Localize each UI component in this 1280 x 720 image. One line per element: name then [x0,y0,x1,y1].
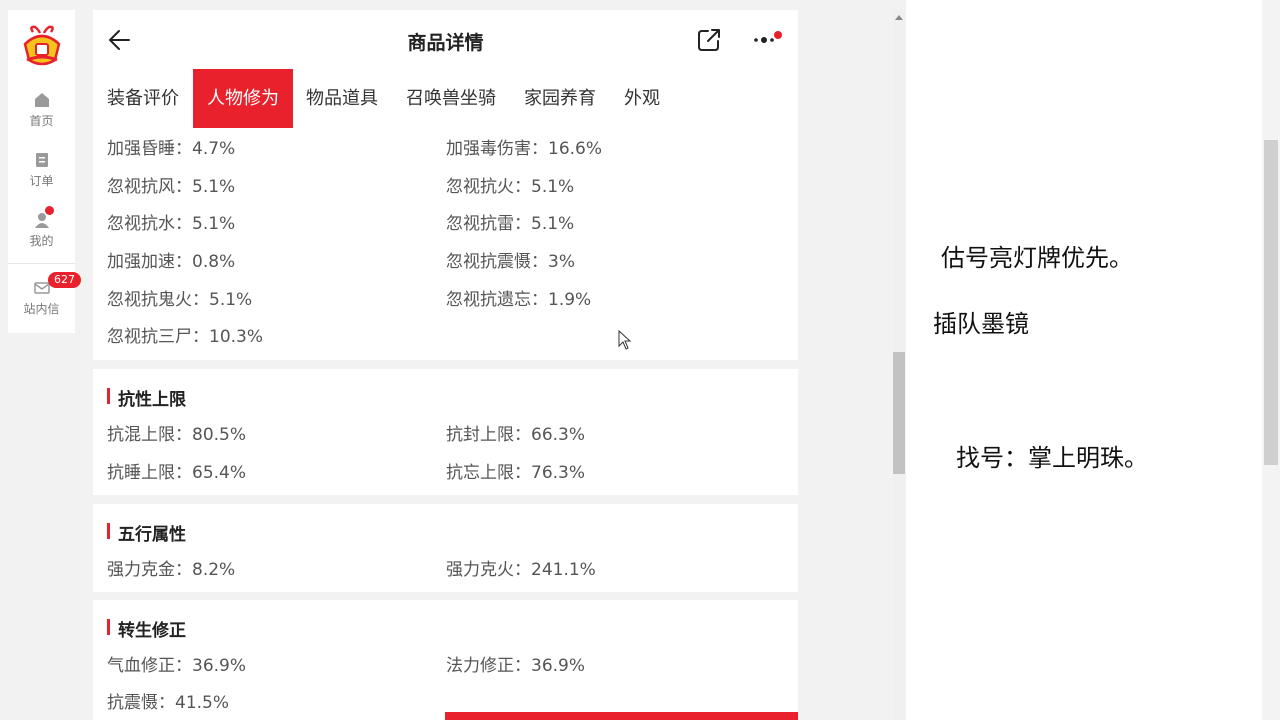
tab-home-nurture[interactable]: 家园养育 [524,69,596,128]
notes-panel: 估号亮灯牌优先。 插队墨镜 找号：掌上明珠。 [906,0,1280,720]
sidebar-item-label: 首页 [29,114,54,128]
attribute-item: 忽视抗风：5.1% [107,177,236,197]
note-line: 找号：掌上明珠。 [956,444,1148,472]
sidebar-item-label: 我的 [29,234,54,248]
note-line: 插队墨镜 [933,310,1029,338]
attribute-item: 气血修正：36.9% [107,656,247,676]
attribute-item: 加强毒伤害：16.6% [446,139,603,159]
home-icon [34,93,49,107]
sidebar-item-mine[interactable]: 我的 [8,206,75,249]
attribute-item: 加强加速：0.8% [107,252,236,272]
sidebar-item-home[interactable]: 首页 [8,92,75,129]
section-title: 转生修正 [107,616,186,641]
resist-limit-section: 抗性上限 抗混上限：80.5% 抗封上限：66.3% 抗睡上限：65.4% 抗忘… [93,369,798,495]
section-title: 抗性上限 [107,385,186,410]
tab-items-props[interactable]: 物品道具 [306,69,378,128]
attribute-item: 抗封上限：66.3% [446,425,586,445]
attribute-item: 忽视抗遗忘：1.9% [446,290,592,310]
mail-icon [33,282,50,294]
share-icon[interactable] [696,27,722,53]
mouse-cursor-icon [618,330,632,350]
notification-dot [45,206,54,215]
buy-button[interactable] [445,712,798,720]
page-header: 商品详情 [93,10,798,69]
five-elements-section: 五行属性 强力克金：8.2% 强力克火：241.1% [93,504,798,592]
sidebar-item-label: 订单 [29,174,54,188]
screen: 首页 订单 我的 站内信 627 商品详情 装备评价 人物修为 物品道具 召唤兽… [0,0,1280,720]
product-detail-page: 商品详情 装备评价 人物修为 物品道具 召唤兽坐骑 家园养育 外观 加强昏睡：4… [93,10,798,720]
attribute-item: 忽视抗震慑：3% [446,252,575,272]
tab-equipment-review[interactable]: 装备评价 [107,69,179,128]
message-count-badge: 627 [48,272,81,288]
right-scrollbar-thumb[interactable] [1264,140,1278,465]
attribute-item: 忽视抗雷：5.1% [446,214,575,234]
attribute-item: 抗忘上限：76.3% [446,463,586,483]
category-tabs: 装备评价 人物修为 物品道具 召唤兽坐骑 家园养育 外观 [93,69,798,128]
sidebar-item-label: 站内信 [23,302,60,316]
attribute-item: 忽视抗鬼火：5.1% [107,290,253,310]
rebirth-correction-section: 转生修正 气血修正：36.9% 法力修正：36.9% 抗震慑：41.5% [93,600,798,720]
tab-appearance[interactable]: 外观 [624,69,660,128]
scrollbar-thumb[interactable] [893,352,905,474]
attribute-item: 抗睡上限：65.4% [107,463,247,483]
attribute-item: 强力克金：8.2% [107,560,236,580]
tab-character-cultivation[interactable]: 人物修为 [193,69,293,128]
sidebar-item-orders[interactable]: 订单 [8,152,75,189]
more-options-icon[interactable] [753,30,783,50]
sidebar-divider [8,263,75,264]
attribute-item: 强力克火：241.1% [446,560,596,580]
order-icon [35,153,48,167]
attribute-item: 忽视抗水：5.1% [107,214,236,234]
page-title: 商品详情 [407,32,484,54]
section-title: 五行属性 [107,520,186,545]
attribute-item: 法力修正：36.9% [446,656,586,676]
scroll-up-arrow-icon[interactable] [895,14,903,20]
attribute-item: 抗震慑：41.5% [107,693,230,713]
note-line: 估号亮灯牌优先。 [941,244,1133,272]
attribute-item: 加强昏睡：4.7% [107,139,236,159]
attribute-item: 忽视抗三尸：10.3% [107,327,264,347]
tab-summon-mount[interactable]: 召唤兽坐骑 [406,69,496,128]
attribute-item: 抗混上限：80.5% [107,425,247,445]
attributes-section: 加强昏睡：4.7% 加强毒伤害：16.6% 忽视抗风：5.1% 忽视抗火：5.1… [93,128,798,360]
left-sidebar: 首页 订单 我的 站内信 627 [8,10,81,333]
app-logo-icon[interactable] [21,24,63,70]
attribute-item: 忽视抗火：5.1% [446,177,575,197]
